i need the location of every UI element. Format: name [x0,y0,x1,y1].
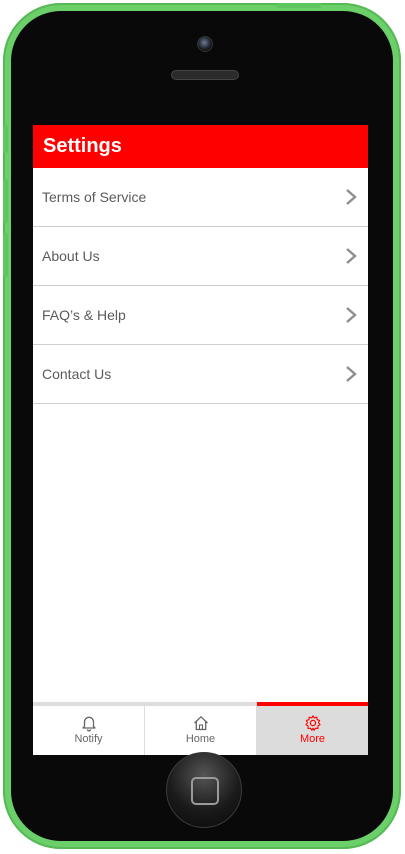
settings-item-label: Contact Us [42,366,112,382]
page-title: Settings [43,135,122,157]
home-square-icon [191,777,219,805]
settings-item-label: About Us [42,248,100,264]
app-header: Settings [33,125,368,168]
chevron-right-icon [344,364,358,384]
chevron-right-icon [344,246,358,266]
tab-label: Notify [74,733,103,745]
tab-home[interactable]: Home [145,706,257,755]
mute-switch [3,125,8,153]
power-button [277,3,321,8]
chevron-right-icon [344,187,358,207]
app-screen: Settings Terms of Service About Us FAQ’s… [33,125,368,755]
settings-item-terms-of-service[interactable]: Terms of Service [33,168,368,227]
volume-down-button [3,233,8,277]
camera-icon [197,36,213,52]
tab-bar: Notify Home More [33,702,368,755]
bell-icon [80,714,98,732]
home-icon [192,714,210,732]
settings-item-label: FAQ’s & Help [42,307,126,323]
settings-item-about-us[interactable]: About Us [33,227,368,286]
speaker-grille [171,70,239,80]
settings-item-contact-us[interactable]: Contact Us [33,345,368,404]
tab-more[interactable]: More [257,702,368,755]
settings-list: Terms of Service About Us FAQ’s & Help C… [33,168,368,404]
tab-label: More [299,733,326,745]
settings-item-faq-help[interactable]: FAQ’s & Help [33,286,368,345]
chevron-right-icon [344,305,358,325]
tab-label: Home [185,733,216,745]
home-button[interactable] [166,752,242,828]
volume-up-button [3,179,8,223]
tab-notify[interactable]: Notify [33,706,145,755]
settings-item-label: Terms of Service [42,189,147,205]
gear-icon [304,714,322,732]
